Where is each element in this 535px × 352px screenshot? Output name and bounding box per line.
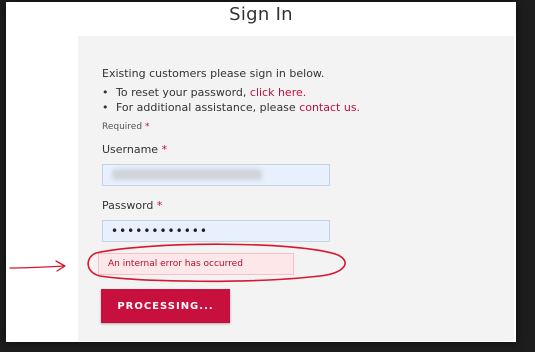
bullet-icon: •: [102, 101, 109, 114]
password-label-text: Password: [102, 199, 154, 212]
password-field[interactable]: [102, 220, 330, 242]
list-item: • To reset your password, click here.: [102, 85, 360, 100]
sign-in-page: Sign In Existing customers please sign i…: [6, 2, 516, 342]
required-asterisk: *: [144, 122, 150, 132]
required-asterisk: *: [161, 143, 168, 156]
contact-us-link[interactable]: contact us.: [299, 101, 360, 114]
bullet-icon: •: [102, 86, 109, 99]
sign-in-panel: Existing customers please sign in below.…: [78, 36, 514, 341]
required-label: Required: [102, 122, 143, 132]
required-asterisk: *: [156, 199, 163, 212]
error-message: An internal error has occurred: [98, 253, 294, 275]
reset-password-text: To reset your password,: [116, 86, 250, 99]
required-note: Required *: [102, 122, 149, 132]
help-list: • To reset your password, click here. • Fo…: [102, 85, 360, 115]
sign-in-button[interactable]: PROCESSING...: [101, 289, 230, 323]
intro-text: Existing customers please sign in below.: [102, 67, 325, 80]
username-label: Username *: [102, 143, 167, 156]
username-label-text: Username: [102, 143, 159, 156]
password-label: Password *: [102, 199, 162, 212]
page-title: Sign In: [229, 4, 293, 25]
redacted-username: [112, 169, 262, 180]
assistance-text: For additional assistance, please: [116, 101, 300, 114]
reset-password-link[interactable]: click here.: [250, 86, 306, 99]
list-item: • For additional assistance, please conta…: [102, 100, 360, 115]
